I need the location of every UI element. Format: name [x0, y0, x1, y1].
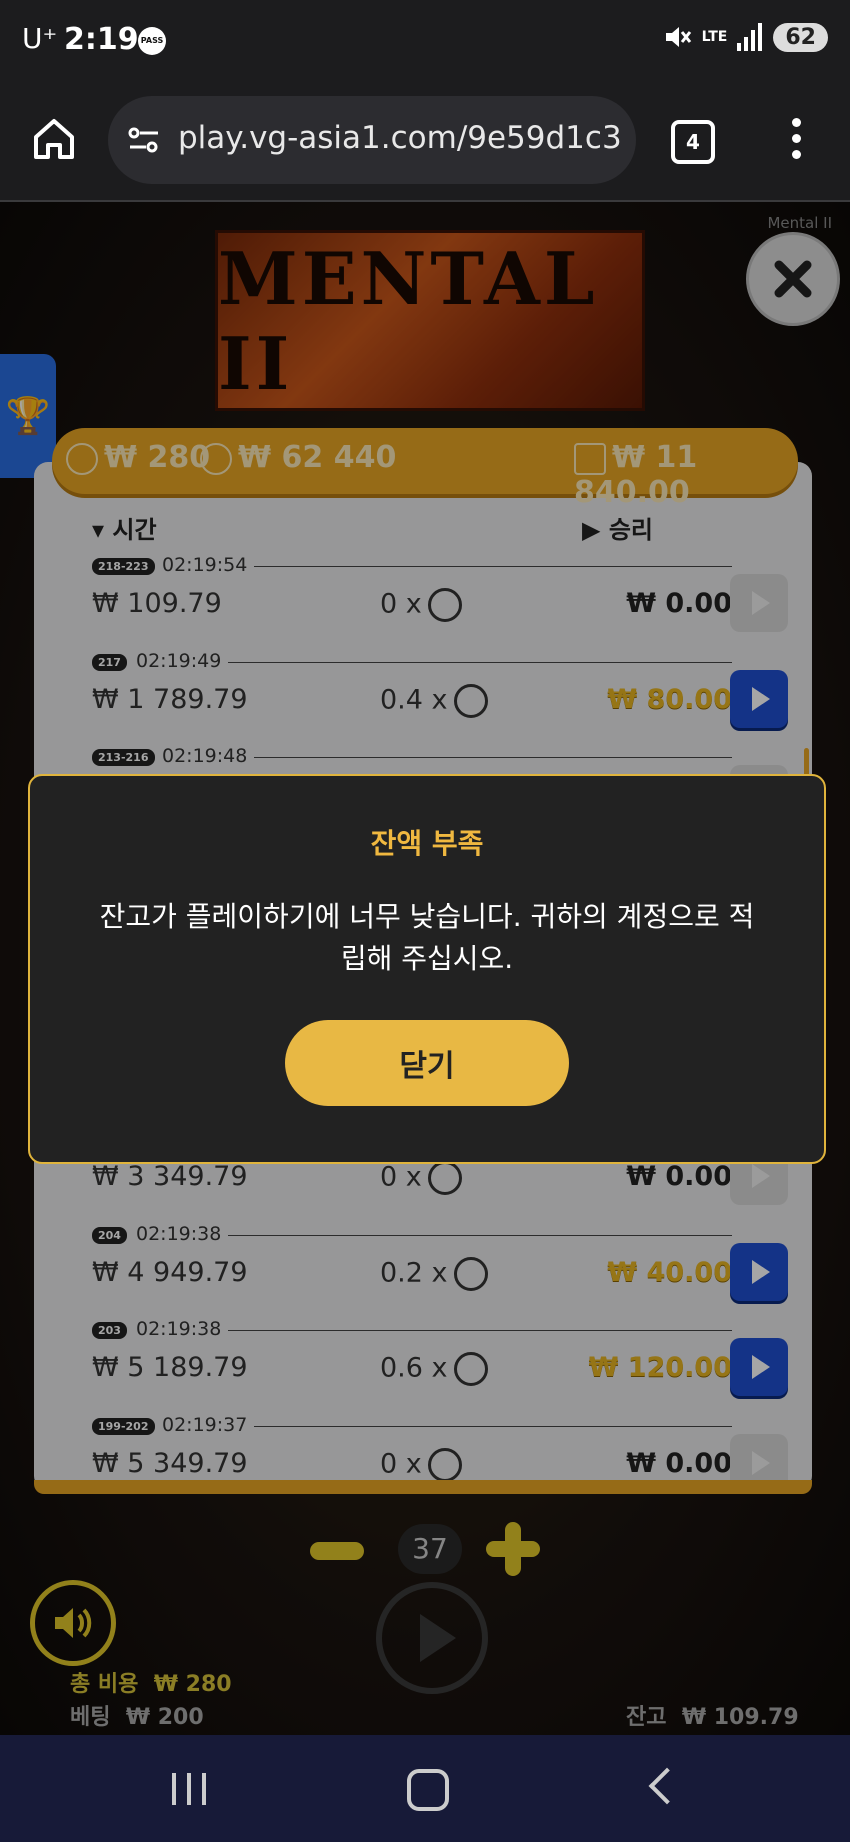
back-icon[interactable]: [648, 1767, 686, 1805]
url-text[interactable]: play.vg-asia1.com/9e59d1c3: [178, 120, 622, 156]
mute-icon: [665, 27, 691, 47]
close-dialog-button[interactable]: 닫기: [285, 1020, 569, 1106]
address-bar[interactable]: play.vg-asia1.com/9e59d1c3: [108, 96, 636, 184]
carrier-label: U⁺: [22, 22, 58, 55]
signal-icon: [737, 23, 763, 51]
clock: 2:19: [64, 22, 139, 57]
recent-apps-icon[interactable]: [172, 1773, 206, 1805]
browser-toolbar: play.vg-asia1.com/9e59d1c3 4: [0, 80, 850, 202]
dialog-message: 잔고가 플레이하기에 너무 낮습니다. 귀하의 계정으로 적립해 주십시오.: [99, 900, 755, 975]
system-nav-bar: [0, 1735, 850, 1842]
home-nav-icon[interactable]: [407, 1769, 449, 1811]
network-type: LTE: [701, 29, 728, 45]
dialog-title: 잔액 부족: [370, 827, 484, 860]
battery-indicator: 62: [773, 22, 828, 52]
pass-badge-icon: PASS: [138, 27, 166, 55]
site-settings-icon[interactable]: [126, 122, 162, 158]
tab-switcher-button[interactable]: 4: [671, 120, 715, 164]
home-icon[interactable]: [30, 115, 78, 163]
insufficient-balance-dialog: 잔액 부족 잔고가 플레이하기에 너무 낮습니다. 귀하의 계정으로 적립해 주…: [28, 774, 826, 1164]
more-menu-icon[interactable]: [784, 118, 808, 164]
status-bar: U⁺ 2:19 PASS LTE 62: [0, 0, 850, 80]
